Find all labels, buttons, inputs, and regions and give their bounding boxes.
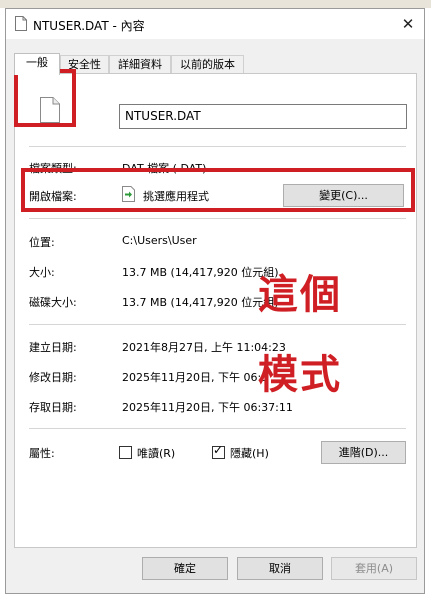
disk-size-label: 磁碟大小: bbox=[29, 296, 77, 309]
readonly-checkbox[interactable] bbox=[119, 446, 132, 459]
divider bbox=[29, 324, 406, 325]
title-bar: NTUSER.DAT - 內容 ✕ bbox=[6, 9, 424, 39]
file-name-input[interactable]: NTUSER.DAT bbox=[119, 104, 407, 129]
annotation-text-1: 這個 bbox=[258, 272, 342, 318]
general-panel: NTUSER.DAT 檔案類型: DAT 檔案 (.DAT) 開啟檔案: 挑選應… bbox=[14, 73, 417, 548]
location-value: C:\Users\User bbox=[122, 234, 197, 247]
modified-value: 2025年11月20日, 下午 06:3 bbox=[122, 371, 269, 384]
advanced-button[interactable]: 進階(D)... bbox=[321, 441, 406, 464]
close-button[interactable]: ✕ bbox=[396, 13, 420, 35]
attributes-label: 屬性: bbox=[29, 447, 55, 460]
hidden-label: 隱藏(H) bbox=[230, 447, 269, 460]
tab-previous-versions[interactable]: 以前的版本 bbox=[171, 55, 244, 74]
size-label: 大小: bbox=[29, 266, 55, 279]
hidden-checkbox[interactable]: ✓ bbox=[212, 443, 225, 459]
accessed-label: 存取日期: bbox=[29, 401, 77, 414]
highlight-box-open-with bbox=[21, 168, 415, 212]
divider bbox=[29, 428, 406, 429]
file-icon bbox=[15, 16, 27, 31]
divider bbox=[29, 218, 406, 219]
divider bbox=[29, 146, 406, 147]
modified-label: 修改日期: bbox=[29, 371, 77, 384]
tab-general[interactable]: 一般 bbox=[14, 53, 60, 75]
size-value: 13.7 MB (14,417,920 位元組) bbox=[122, 266, 279, 279]
background-fragment: ᵕ bbox=[20, 0, 25, 6]
tab-details[interactable]: 詳細資料 bbox=[109, 55, 171, 74]
apply-button[interactable]: 套用(A) bbox=[331, 557, 417, 580]
background-strip: ᵕ bbox=[0, 0, 431, 8]
readonly-label: 唯讀(R) bbox=[137, 447, 176, 460]
checkmark-icon: ✓ bbox=[213, 443, 224, 457]
close-icon: ✕ bbox=[401, 15, 415, 33]
disk-size-value: 13.7 MB (14,417,920 位元組) bbox=[122, 296, 279, 309]
created-label: 建立日期: bbox=[29, 341, 77, 354]
window-title: NTUSER.DAT - 內容 bbox=[33, 19, 145, 33]
location-label: 位置: bbox=[29, 236, 55, 249]
ok-button[interactable]: 確定 bbox=[142, 557, 228, 580]
accessed-value: 2025年11月20日, 下午 06:37:11 bbox=[122, 401, 293, 414]
highlight-box-icon bbox=[14, 69, 76, 127]
annotation-text-2: 模式 bbox=[258, 352, 342, 398]
cancel-button[interactable]: 取消 bbox=[237, 557, 323, 580]
